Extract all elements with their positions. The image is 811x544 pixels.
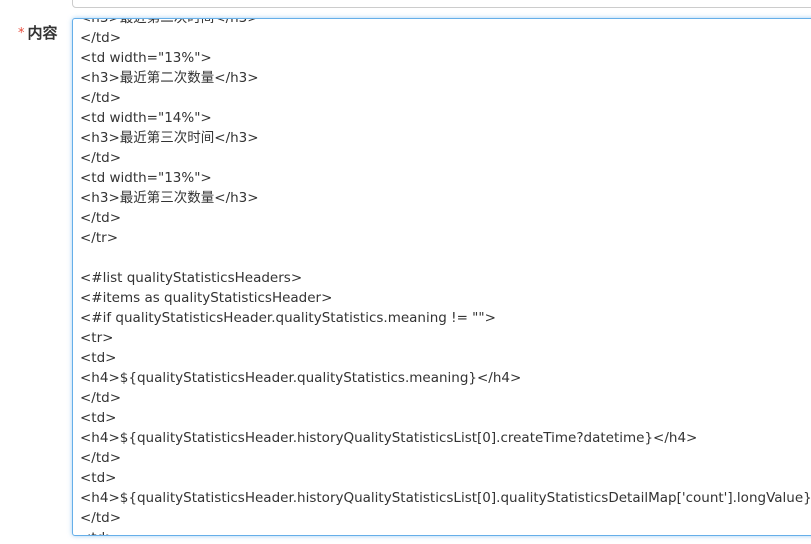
- code-line: <td>: [80, 528, 811, 535]
- code-line: </tr>: [80, 230, 119, 246]
- required-indicator: *: [18, 26, 25, 41]
- code-line: <td>: [80, 350, 117, 366]
- code-line: <#list qualityStatisticsHeaders>: [80, 270, 303, 286]
- form-area: * 内容 <h3>最近第二次时间</h3> </td> <td width="13%"…: [0, 0, 811, 544]
- code-line: </td>: [80, 150, 122, 166]
- code-line: <td width="13%">: [80, 50, 212, 66]
- code-line: </td>: [80, 510, 122, 526]
- code-line: <#items as qualityStatisticsHeader>: [80, 290, 333, 306]
- content-field-label: * 内容: [18, 22, 58, 43]
- code-line: <h4>${qualityStatisticsHeader.historyQua…: [80, 490, 811, 506]
- code-line: <h4>${qualityStatisticsHeader.historyQua…: [80, 430, 698, 446]
- code-line: </td>: [80, 210, 122, 226]
- code-line: <td>: [80, 470, 117, 486]
- code-line: <td width="13%">: [80, 170, 212, 186]
- content-label-text: 内容: [27, 24, 58, 42]
- code-line: <tr>: [80, 330, 114, 346]
- code-line: </td>: [80, 450, 122, 466]
- code-lines: <h3>最近第二次时间</h3> </td> <td width="13%"> <h3…: [80, 18, 811, 535]
- code-line: </td>: [80, 30, 122, 46]
- code-line: <h3>最近第二次数量</h3>: [80, 70, 259, 86]
- code-line: <td width="14%">: [80, 110, 212, 126]
- content-textarea[interactable]: <h3>最近第二次时间</h3> </td> <td width="13%"> <h3…: [72, 18, 811, 536]
- code-line: <h4>${qualityStatisticsHeader.qualitySta…: [80, 370, 522, 386]
- code-line: <h3>最近第二次时间</h3>: [80, 18, 259, 26]
- previous-input-field[interactable]: [72, 0, 811, 8]
- code-line: <#if qualityStatisticsHeader.qualityStat…: [80, 310, 496, 326]
- code-line: </td>: [80, 90, 122, 106]
- code-line: <h3>最近第三次时间</h3>: [80, 130, 259, 146]
- code-line: <h3>最近第三次数量</h3>: [80, 190, 259, 206]
- code-line: <td>: [80, 410, 117, 426]
- code-line: </td>: [80, 390, 122, 406]
